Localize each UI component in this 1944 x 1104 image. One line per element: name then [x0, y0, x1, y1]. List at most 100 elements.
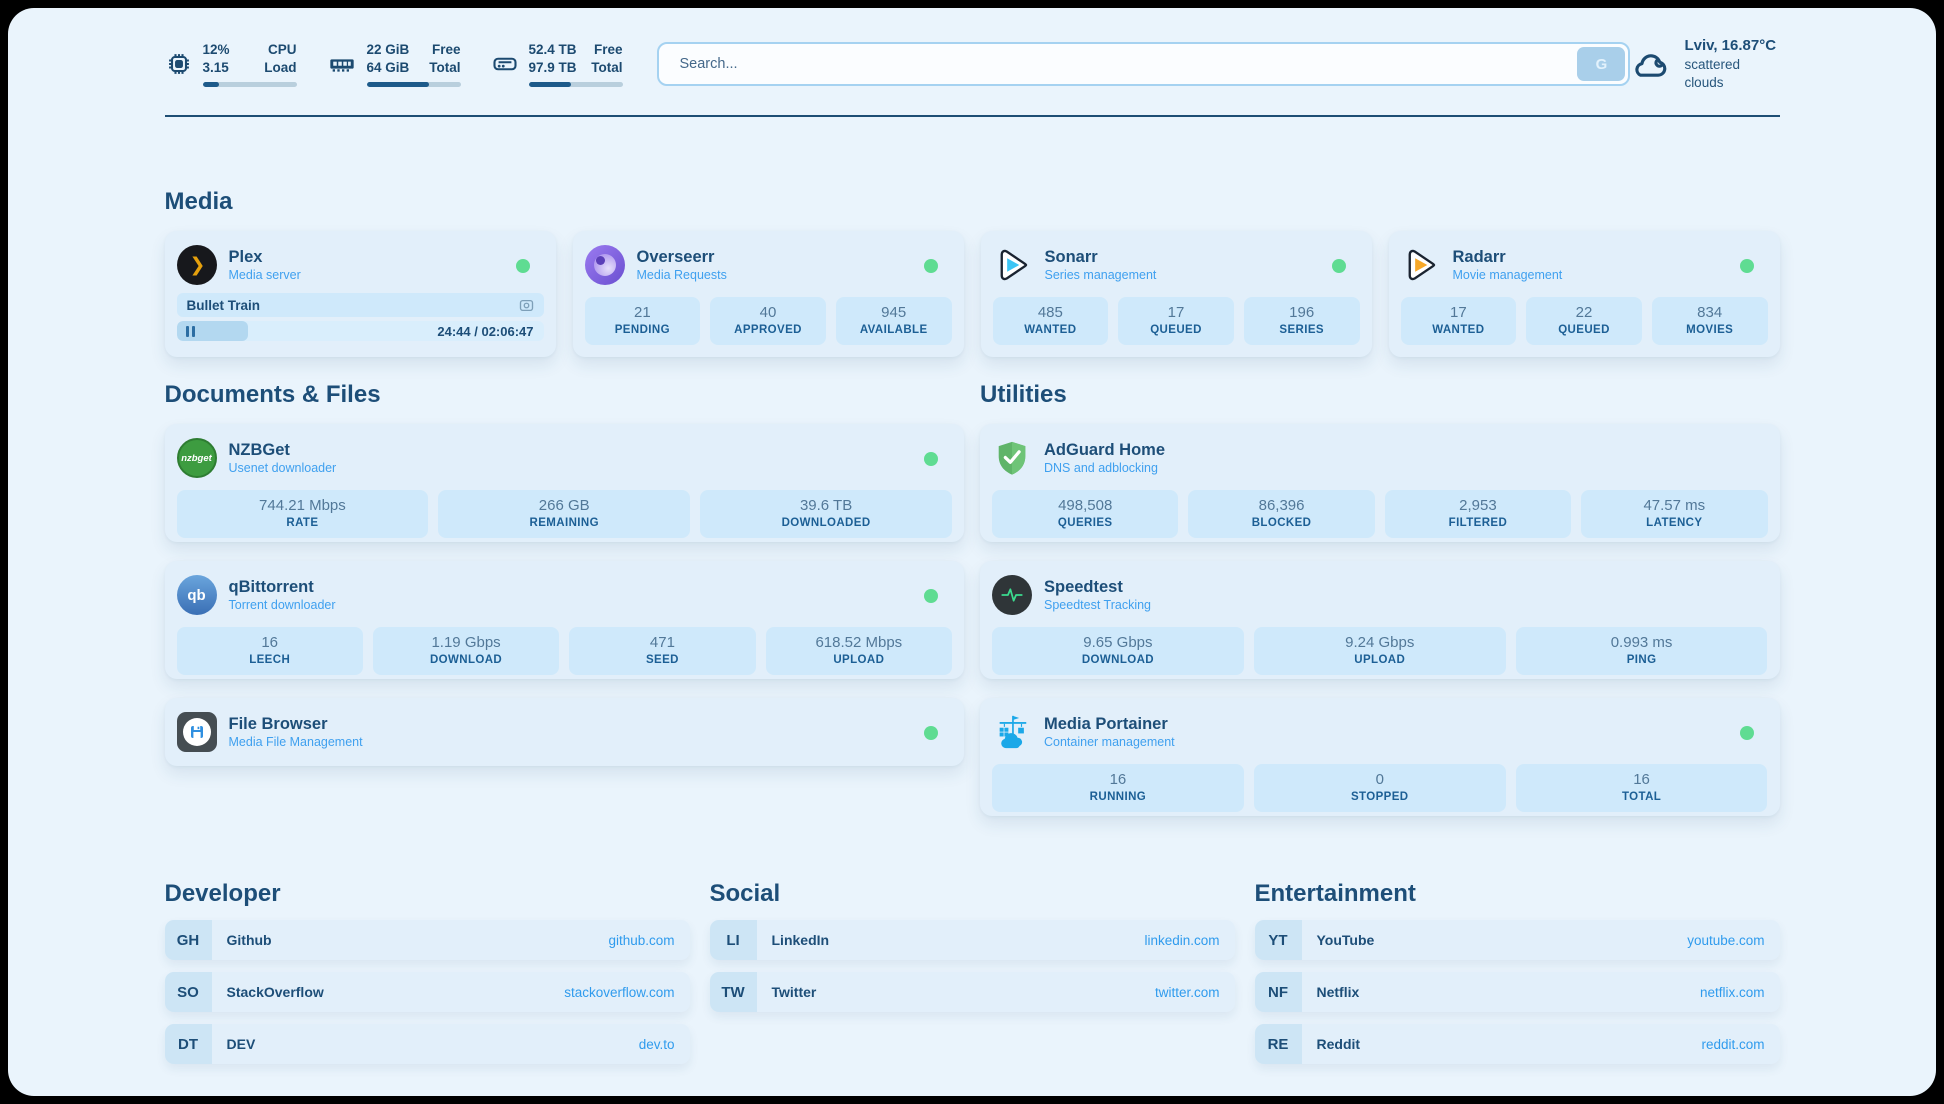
app-subtitle: Media File Management	[229, 735, 363, 751]
memory-progress-bar	[367, 82, 461, 87]
storage-free: 52.4 TB	[529, 41, 577, 59]
app-card-overseerr[interactable]: Overseerr Media Requests 21PENDING 40APP…	[573, 231, 964, 357]
sonarr-icon	[993, 245, 1033, 285]
cpu-label-1: CPU	[268, 41, 297, 59]
storage-label-2: Total	[591, 59, 622, 77]
link-url[interactable]: reddit.com	[1701, 1037, 1764, 1052]
link-url[interactable]: netflix.com	[1700, 985, 1765, 1000]
storage-progress-bar	[529, 82, 623, 87]
status-dot	[1740, 259, 1754, 273]
link-url[interactable]: twitter.com	[1155, 985, 1220, 1000]
link-name: Github	[227, 932, 272, 948]
memory-free: 22 GiB	[367, 41, 410, 59]
app-card-adguard[interactable]: AdGuard Home DNS and adblocking 498,508Q…	[980, 424, 1780, 542]
app-card-plex[interactable]: ❯ Plex Media server Bullet Train	[165, 231, 556, 357]
app-title: Sonarr	[1045, 247, 1157, 268]
filebrowser-icon	[177, 712, 217, 752]
link-row-youtube[interactable]: YT YouTube youtube.com	[1255, 920, 1780, 960]
search-engine-button[interactable]: G	[1577, 47, 1625, 81]
search-input[interactable]	[662, 56, 1578, 72]
status-dot	[1332, 259, 1346, 273]
app-card-portainer[interactable]: Media Portainer Container management 16R…	[980, 698, 1780, 816]
app-card-nzbget[interactable]: nzbget NZBGet Usenet downloader 744.21 M…	[165, 424, 965, 542]
now-playing-row: Bullet Train	[177, 293, 544, 317]
status-dot	[924, 726, 938, 740]
section-title-entertainment: Entertainment	[1255, 880, 1780, 908]
status-dot	[516, 259, 530, 273]
memory-stat: 22 GiBFree 64 GiBTotal	[327, 41, 461, 86]
pause-icon	[186, 326, 195, 337]
app-title: Plex	[229, 247, 301, 268]
stat-box: 618.52 MbpsUPLOAD	[766, 627, 952, 675]
app-subtitle: Speedtest Tracking	[1044, 598, 1151, 614]
cpu-usage: 12%	[203, 41, 230, 59]
link-name: Netflix	[1317, 984, 1360, 1000]
stat-box: 40APPROVED	[710, 297, 826, 345]
link-row-stackoverflow[interactable]: SO StackOverflow stackoverflow.com	[165, 972, 690, 1012]
link-abbr: RE	[1255, 1024, 1302, 1064]
stat-box: 16RUNNING	[992, 764, 1244, 812]
link-row-twitter[interactable]: TW Twitter twitter.com	[710, 972, 1235, 1012]
stat-box: 196SERIES	[1244, 297, 1360, 345]
app-title: Overseerr	[637, 247, 727, 268]
link-row-dev[interactable]: DT DEV dev.to	[165, 1024, 690, 1064]
stat-box: 16LEECH	[177, 627, 363, 675]
now-playing-title: Bullet Train	[187, 298, 519, 313]
link-row-reddit[interactable]: RE Reddit reddit.com	[1255, 1024, 1780, 1064]
stat-box: 498,508QUERIES	[992, 490, 1178, 538]
link-url[interactable]: stackoverflow.com	[564, 985, 674, 1000]
app-title: qBittorrent	[229, 577, 336, 598]
app-subtitle: Usenet downloader	[229, 461, 337, 477]
memory-total: 64 GiB	[367, 59, 410, 77]
app-subtitle: Series management	[1045, 268, 1157, 284]
cpu-load: 3.15	[203, 59, 229, 77]
app-card-sonarr[interactable]: Sonarr Series management 485WANTED 17QUE…	[981, 231, 1372, 357]
app-card-radarr[interactable]: Radarr Movie management 17WANTED 22QUEUE…	[1389, 231, 1780, 357]
cpu-progress-bar	[203, 82, 297, 87]
stat-box: 2,953FILTERED	[1385, 490, 1571, 538]
stat-box: 834MOVIES	[1652, 297, 1768, 345]
link-row-github[interactable]: GH Github github.com	[165, 920, 690, 960]
stat-box: 485WANTED	[993, 297, 1109, 345]
links-column-social: Social LI LinkedIn linkedin.com TW Twitt…	[710, 880, 1235, 1064]
ram-icon	[327, 50, 357, 78]
qbittorrent-icon: qb	[177, 575, 217, 615]
link-abbr: DT	[165, 1024, 212, 1064]
system-stats: 12% CPU 3.15 Load 22 GiB Free 64 GiB Total	[165, 41, 623, 86]
link-abbr: LI	[710, 920, 757, 960]
memory-label-1: Free	[432, 41, 461, 59]
app-subtitle: DNS and adblocking	[1044, 461, 1165, 477]
app-card-filebrowser[interactable]: File Browser Media File Management	[165, 698, 965, 766]
app-title: Media Portainer	[1044, 714, 1175, 735]
topbar-divider	[165, 115, 1780, 117]
nzbget-icon: nzbget	[177, 438, 217, 478]
app-card-qbittorrent[interactable]: qb qBittorrent Torrent downloader 16LEEC…	[165, 561, 965, 679]
cpu-label-2: Load	[264, 59, 296, 77]
app-title: NZBGet	[229, 440, 337, 461]
stat-box: 39.6 TBDOWNLOADED	[700, 490, 952, 538]
stat-box: 0.993 msPING	[1516, 627, 1768, 675]
section-title-developer: Developer	[165, 880, 690, 908]
link-url[interactable]: linkedin.com	[1144, 933, 1219, 948]
link-url[interactable]: github.com	[608, 933, 674, 948]
search-bar: G	[657, 42, 1631, 86]
link-url[interactable]: dev.to	[639, 1037, 675, 1052]
portainer-icon	[992, 712, 1032, 752]
link-row-linkedin[interactable]: LI LinkedIn linkedin.com	[710, 920, 1235, 960]
link-name: Reddit	[1317, 1036, 1361, 1052]
app-subtitle: Container management	[1044, 735, 1175, 751]
link-url[interactable]: youtube.com	[1687, 933, 1764, 948]
app-card-speedtest[interactable]: Speedtest Speedtest Tracking 9.65 GbpsDO…	[980, 561, 1780, 679]
stat-box: 744.21 MbpsRATE	[177, 490, 429, 538]
link-row-netflix[interactable]: NF Netflix netflix.com	[1255, 972, 1780, 1012]
top-bar: 12% CPU 3.15 Load 22 GiB Free 64 GiB Total	[165, 37, 1780, 91]
links-column-entertainment: Entertainment YT YouTube youtube.com NF …	[1255, 880, 1780, 1064]
section-title-social: Social	[710, 880, 1235, 908]
app-subtitle: Movie management	[1453, 268, 1563, 284]
stat-box: 945AVAILABLE	[836, 297, 952, 345]
stat-box: 22QUEUED	[1526, 297, 1642, 345]
plex-icon: ❯	[177, 245, 217, 285]
cpu-icon	[165, 50, 193, 78]
section-title-media: Media	[165, 188, 1780, 216]
radarr-icon	[1401, 245, 1441, 285]
